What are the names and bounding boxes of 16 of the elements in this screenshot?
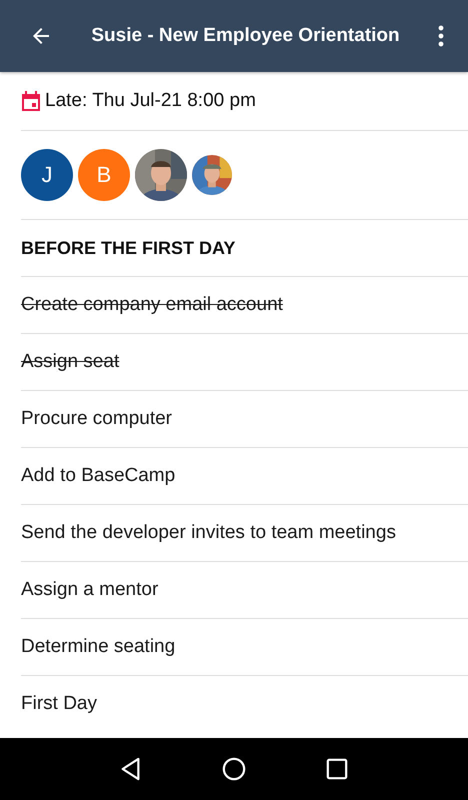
recents-icon[interactable] xyxy=(326,758,348,780)
section-heading: BEFORE THE FIRST DAY xyxy=(21,238,236,258)
due-date-text: Late: Thu Jul-21 8:00 pm xyxy=(45,90,256,112)
home-icon[interactable] xyxy=(222,757,246,781)
task-item[interactable]: Determine seating xyxy=(21,636,176,658)
back-icon[interactable] xyxy=(120,757,142,781)
task-item[interactable]: Add to BaseCamp xyxy=(21,465,176,487)
task-item[interactable]: Assign seat xyxy=(21,351,120,373)
task-item[interactable]: Create company email account xyxy=(21,294,283,316)
task-item[interactable]: Assign a mentor xyxy=(21,579,158,601)
task-item[interactable]: Send the developer invites to team meetings xyxy=(21,522,396,544)
screen-title: Susie - New Employee Orientation xyxy=(90,25,401,47)
task-item[interactable]: First Day xyxy=(21,693,97,715)
more-options-icon[interactable] xyxy=(438,25,444,47)
task-item[interactable]: Procure computer xyxy=(21,408,172,430)
avatar[interactable]: J xyxy=(21,149,73,201)
